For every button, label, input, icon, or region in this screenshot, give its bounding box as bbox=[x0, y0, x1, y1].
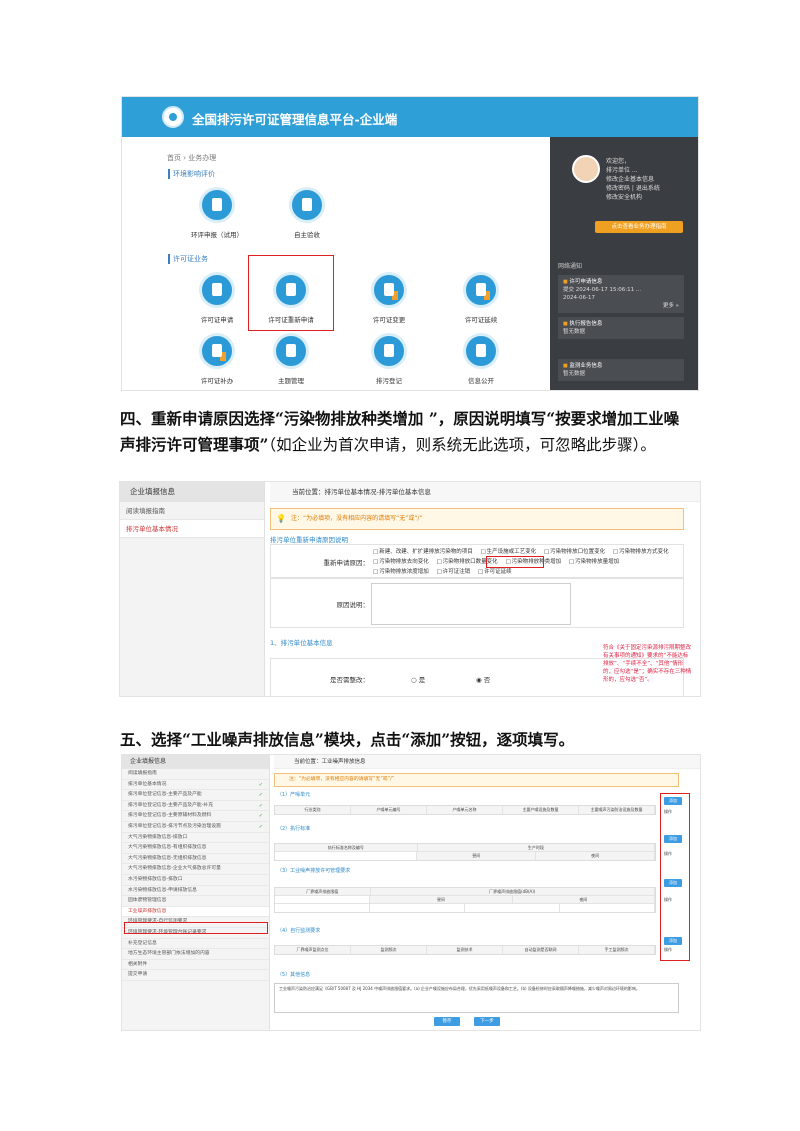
table-standard: 执行标准名称及编号 生产时段 昼间 夜间 bbox=[274, 843, 656, 861]
left-nav: 企业填报信息 阅读填报指南 排污单位基本情况 bbox=[120, 482, 265, 696]
explain-textarea[interactable] bbox=[371, 583, 571, 625]
nav-item[interactable]: 大气污染物排放信息-企业大气排放总许可量 bbox=[122, 864, 269, 875]
tile-permit-change[interactable]: 许可证变更 bbox=[354, 272, 424, 324]
section-permit: 许可证业务 bbox=[168, 254, 208, 264]
step-five-text: 五、选择“工业噪声排放信息”模块，点击“添加”按钮，逐项填写。 bbox=[120, 730, 575, 749]
relocate-label: 是否需整改： bbox=[330, 676, 369, 684]
tile-permit-apply[interactable]: 许可证申请 bbox=[182, 272, 252, 324]
tile-permit-reissue[interactable]: 许可证补办 bbox=[182, 333, 252, 385]
emblem-icon bbox=[162, 106, 184, 128]
screenshot-noise-info: 企业填报信息 阅读填报指南排污单位基本情况排污单位登记信息-主要产品及产能排污单… bbox=[121, 754, 701, 1031]
section-permit-req: （3）工业噪声排放许可管理要求 bbox=[277, 868, 351, 874]
eia-icon bbox=[199, 187, 235, 223]
subject-icon bbox=[273, 333, 309, 369]
permit-extend-icon bbox=[463, 272, 499, 308]
platform-header: 全国排污许可证管理信息平台-企业端 bbox=[122, 97, 698, 137]
nav-item[interactable]: 大气污染物排放信息-无组织排放信息 bbox=[122, 854, 269, 865]
next-step-button[interactable]: 下一步 bbox=[474, 1017, 500, 1026]
section-other: （5）其他信息 bbox=[277, 972, 311, 978]
basic-section-title: 1、排污单位基本信息 bbox=[270, 639, 333, 647]
highlight-reapply bbox=[248, 255, 334, 331]
left-nav-list: 阅读填报指南排污单位基本情况排污单位登记信息-主要产品及产能排污单位登记信息-主… bbox=[122, 769, 269, 981]
radio-no[interactable]: ◉ 否 bbox=[476, 674, 490, 684]
nav-item[interactable]: 大气污染物排放信息-有组织排放信息 bbox=[122, 843, 269, 854]
table-noise-unit: 行业类别 产噪单元编号 产噪单元名称 主要产噪设施及数量 主要噪声污染防治设施及… bbox=[274, 805, 656, 815]
platform-title: 全国排污许可证管理信息平台-企业端 bbox=[192, 112, 398, 127]
tile-eia-apply[interactable]: 环评申报（试用） bbox=[182, 187, 252, 239]
form-main: 当前位置：排污单位基本情况-排污单位基本信息 注：“为必填项，没有相应内容的请填… bbox=[270, 482, 700, 696]
left-nav: 企业填报信息 阅读填报指南排污单位基本情况排污单位登记信息-主要产品及产能排污单… bbox=[122, 755, 270, 1030]
left-nav-header: 企业填报信息 bbox=[120, 482, 264, 502]
nav-item[interactable]: 排污单位登记信息-主要产品及产能-补充 bbox=[122, 801, 269, 812]
nav-item[interactable]: 阅读填报指南 bbox=[122, 769, 269, 780]
highlight-add-buttons bbox=[660, 793, 690, 961]
nav-item[interactable]: 补充登记信息 bbox=[122, 939, 269, 950]
welcome-block: 欢迎您， 排污单位 ... 修改企业基本信息 修改密码 | 退出系统 修改安全机… bbox=[606, 158, 660, 201]
nav-item[interactable]: 地方生态环境主管部门依法增加的内容 bbox=[122, 949, 269, 960]
table-monitor: 厂界噪声监测点位 监测频次 监测技术 自动监测是否联网 手工监测频次 bbox=[274, 945, 656, 955]
card-permit-info[interactable]: 许可申请信息 提交 2024-06-17 15:06:11 ... 2024-0… bbox=[558, 275, 684, 313]
screenshot-reapply-reason: 企业填报信息 阅读填报指南 排污单位基本情况 当前位置：排污单位基本情况-排污单… bbox=[119, 481, 701, 697]
section-env: 环境影响评价 bbox=[168, 169, 215, 179]
nav-item[interactable]: 固体废物管理信息 bbox=[122, 896, 269, 907]
explain-label: 原因说明： bbox=[336, 601, 370, 609]
nav-item[interactable]: 水污染物排放信息-排放口 bbox=[122, 875, 269, 886]
location-bar: 当前位置：排污单位基本情况-排污单位基本信息 bbox=[270, 482, 700, 502]
table-permit-req: 厂界噪声排放限值 厂界噪声排放限值(dB(A)) 昼间 夜间 bbox=[274, 887, 656, 913]
nav-item-guide[interactable]: 阅读填报指南 bbox=[120, 502, 264, 520]
nav-item[interactable]: 水污染物排放信息-申请排放信息 bbox=[122, 886, 269, 897]
reason-row: 重新申请原因： 新建、改建、扩扩建排放污染物的项目 生产设施或工艺变化 污染物排… bbox=[270, 544, 684, 578]
user-sidebar: 欢迎您， 排污单位 ... 修改企业基本信息 修改密码 | 退出系统 修改安全机… bbox=[550, 137, 698, 390]
section-standard: （2）执行标准 bbox=[277, 826, 311, 832]
notice-title: 网络通知 bbox=[558, 263, 583, 270]
save-draft-button[interactable]: 暂存 bbox=[434, 1017, 460, 1026]
tile-permit-extend[interactable]: 许可证延续 bbox=[446, 272, 516, 324]
relocate-hint: 符合《关于固定污染源排污限期整改有关事项的通知》要求的“不能达标排放”、“手续不… bbox=[603, 645, 692, 683]
screenshot-business-portal: 全国排污许可证管理信息平台-企业端 首页 › 业务办理 环境影响评价 环评申报（… bbox=[121, 96, 699, 391]
nav-item-basic[interactable]: 排污单位基本情况 bbox=[120, 520, 264, 538]
tip-bar: 注：“为必填项，没有相应内容的请填写“无”或“/” bbox=[274, 773, 679, 787]
permit-reissue-icon bbox=[199, 333, 235, 369]
nav-item[interactable]: 相关附件 bbox=[122, 960, 269, 971]
nav-item[interactable]: 大气污染物排放信息-排放口 bbox=[122, 833, 269, 844]
checklist-icon bbox=[289, 187, 325, 223]
nav-item[interactable]: 工业噪声排放信息 bbox=[122, 906, 269, 918]
tile-self-acceptance[interactable]: 自主验收 bbox=[272, 187, 342, 239]
form-main: 当前位置：工业噪声排放信息 注：“为必填项，没有相应内容的请填写“无”或“/” … bbox=[274, 755, 700, 1030]
info-icon bbox=[463, 333, 499, 369]
nav-item[interactable]: 提交申请 bbox=[122, 970, 269, 981]
step-four-text: 四、重新申请原因选择“污染物排放种类增加 ”，原因说明填写“按要求增加工业噪声排… bbox=[120, 409, 680, 454]
nav-item[interactable]: 排污单位基本情况 bbox=[122, 780, 269, 791]
reason-section-title: 排污单位重新申请原因说明 bbox=[270, 536, 348, 544]
left-nav-header: 企业填报信息 bbox=[122, 755, 269, 769]
tile-registration[interactable]: 排污登记 bbox=[354, 333, 424, 385]
card-report-info[interactable]: 执行报告信息 暂无数据 bbox=[558, 317, 684, 339]
guide-button[interactable]: 点击查看业务办理指南 bbox=[595, 221, 683, 233]
nav-item[interactable]: 排污单位登记信息-主要原辅材料及燃料 bbox=[122, 811, 269, 822]
location-bar: 当前位置：工业噪声排放信息 bbox=[274, 755, 700, 769]
nav-item[interactable]: 排污单位登记信息-主要产品及产能 bbox=[122, 790, 269, 801]
permit-change-icon bbox=[371, 272, 407, 308]
tile-info-public[interactable]: 信息公开 bbox=[446, 333, 516, 385]
breadcrumb[interactable]: 首页 › 业务办理 bbox=[167, 153, 216, 163]
highlight-noise-module bbox=[124, 922, 268, 934]
tip-bar: 注：“为必填项，没有相应内容的请填写“无”或“/” bbox=[270, 508, 684, 530]
registration-icon bbox=[371, 333, 407, 369]
highlight-increase-option bbox=[486, 556, 544, 568]
card-monitor-info[interactable]: 监测业务信息 暂无数据 bbox=[558, 359, 684, 381]
radio-yes[interactable]: ○ 是 bbox=[411, 674, 425, 684]
explain-row: 原因说明： bbox=[270, 578, 684, 628]
nav-item[interactable]: 排污单位登记信息-排污节点及污染治理设施 bbox=[122, 822, 269, 833]
section-monitor: （4）自行监测要求 bbox=[277, 928, 321, 934]
other-info-textarea[interactable]: 工业噪声污染防治应满足《GB/T 50087 及 HJ 2034 中噪声排放限值… bbox=[274, 983, 679, 1013]
reason-label: 重新申请原因： bbox=[323, 559, 370, 567]
avatar bbox=[572, 155, 600, 183]
permit-doc-icon bbox=[199, 272, 235, 308]
tile-subject-manage[interactable]: 主题管理 bbox=[256, 333, 326, 385]
section-noise-unit: （1）产噪单元 bbox=[277, 792, 311, 798]
